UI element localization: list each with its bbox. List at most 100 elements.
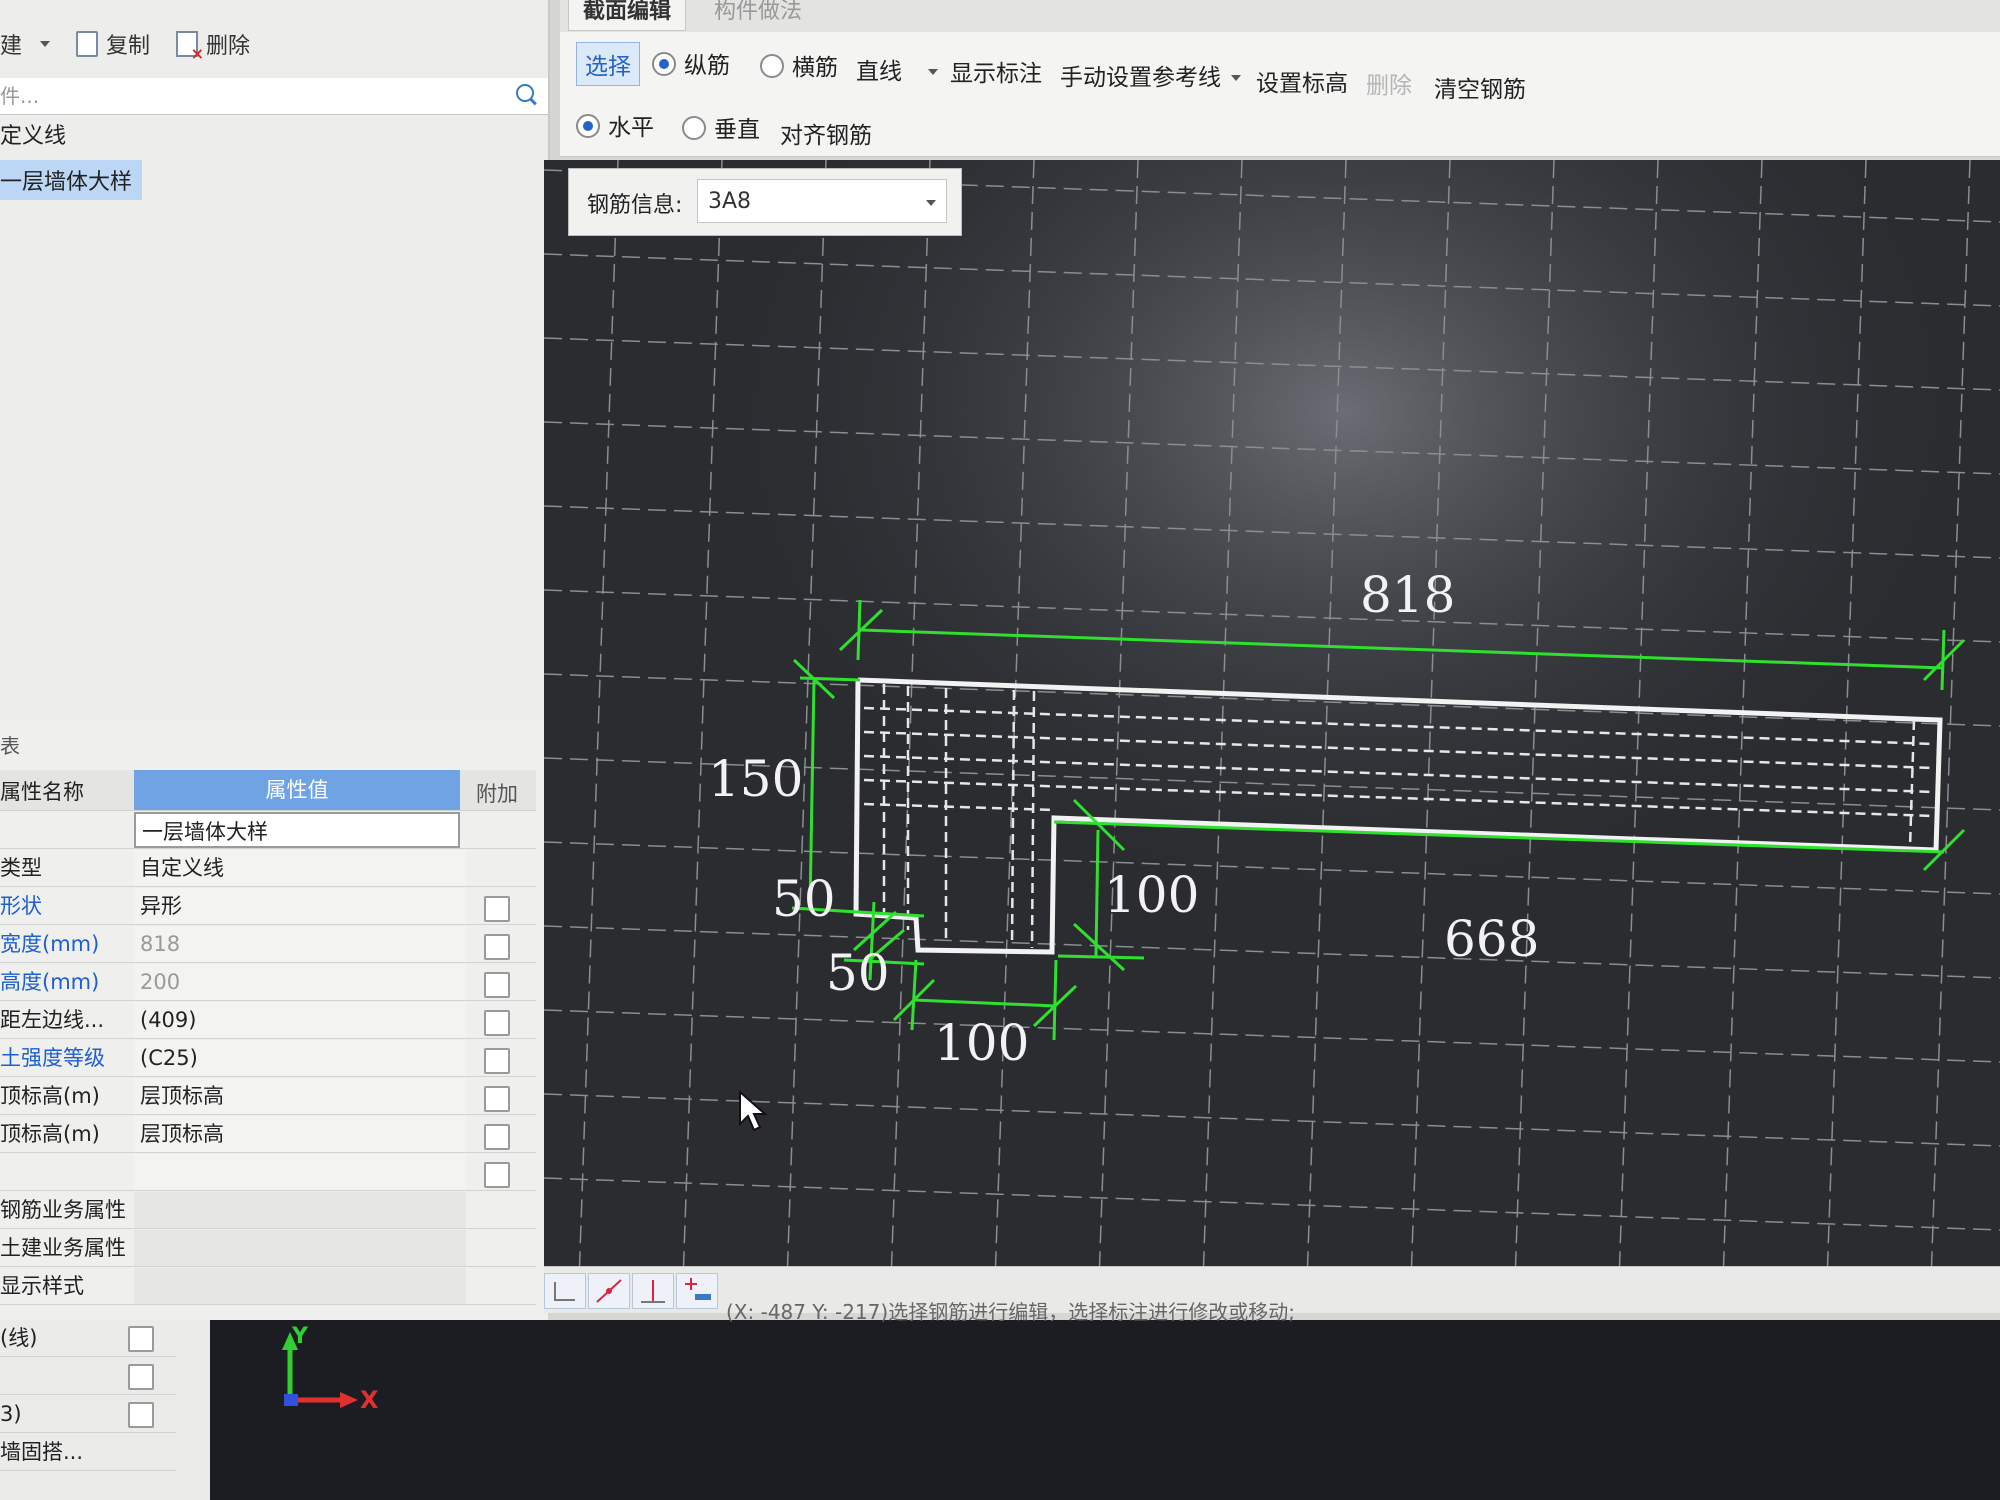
prop-checkbox[interactable] (484, 896, 510, 922)
prop-value[interactable]: (C25) (134, 1040, 466, 1076)
prop-checkbox[interactable] (484, 972, 510, 998)
stirrup-radio[interactable]: 横筋 (760, 48, 838, 82)
col-name-header: 属性名称 (0, 780, 84, 804)
prop-name: 形状 (0, 894, 42, 918)
prop-group-row[interactable]: 显示样式 (0, 1268, 536, 1305)
delete-rebar-button[interactable]: 删除 (1366, 66, 1412, 100)
display-checkbox[interactable] (128, 1402, 154, 1428)
prop-name: 高度(mm) (0, 970, 100, 994)
select-button[interactable]: 选择 (576, 42, 640, 86)
prop-value[interactable]: (409) (134, 1002, 466, 1038)
display-settings-panel: (线) 3) 墙固搭... (0, 1320, 210, 1500)
prop-value[interactable]: 异形 (134, 888, 466, 924)
col-value-header: 属性值 (134, 770, 460, 810)
display-checkbox[interactable] (128, 1326, 154, 1352)
properties-title: 表 (0, 734, 20, 758)
search-placeholder: 件... (0, 84, 40, 108)
slope-snap-icon[interactable] (588, 1273, 630, 1309)
prop-value[interactable]: 自定义线 (134, 850, 466, 886)
status-text: (X: -487 Y: -217)选择钢筋进行编辑，选择标注进行修改或移动; (726, 1300, 1295, 1324)
prop-row: 一层墙体大样 (0, 812, 536, 849)
prop-value[interactable]: 层顶标高 (134, 1116, 466, 1152)
prop-group-row[interactable]: 钢筋业务属性 (0, 1192, 536, 1229)
prop-name: 顶标高(m) (0, 1122, 100, 1146)
prop-checkbox[interactable] (484, 934, 510, 960)
new-button[interactable]: 建 (0, 28, 51, 60)
tab-section-edit[interactable]: 截面编辑 (568, 0, 687, 31)
search-input[interactable]: 件... (0, 78, 548, 115)
prop-group-row[interactable]: 土建业务属性 (0, 1230, 536, 1267)
prop-group-name: 土建业务属性 (0, 1236, 126, 1260)
dim-label-668[interactable]: 668 (1444, 910, 1539, 968)
radio-checked-icon (576, 114, 600, 138)
properties-header-row: 属性名称 属性值 附加 (0, 770, 536, 811)
prop-checkbox[interactable] (484, 1048, 510, 1074)
rebar-info-select[interactable]: 3A8 (697, 179, 947, 223)
clear-rebar-button[interactable]: 清空钢筋 (1434, 70, 1526, 104)
radio-checked-icon (652, 52, 676, 76)
radio-unchecked-icon (682, 116, 706, 140)
dim-tick (1940, 629, 1946, 691)
drawing-canvas[interactable]: 818 150 50 50 100 100 668 (544, 160, 2000, 1310)
tab-component-method[interactable]: 构件做法 (700, 0, 816, 30)
z-axis-marker (284, 1394, 298, 1406)
prop-name: 顶标高(m) (0, 1084, 100, 1108)
dim-label-150[interactable]: 150 (708, 750, 803, 808)
dimension-snap-icon[interactable] (676, 1273, 718, 1309)
horizontal-radio[interactable]: 水平 (576, 108, 654, 142)
ortho-snap-icon[interactable] (544, 1273, 586, 1309)
prop-row: 高度(mm) 200 (0, 964, 536, 1001)
prop-value[interactable]: 层顶标高 (134, 1078, 466, 1114)
3d-view-area[interactable]: Y X (210, 1320, 2000, 1500)
display-checkbox[interactable] (128, 1364, 154, 1390)
drawing-svg: 818 150 50 50 100 100 668 (544, 160, 2000, 1310)
dim-label-818[interactable]: 818 (1360, 566, 1455, 624)
search-icon[interactable] (516, 84, 534, 102)
prop-row: 土强度等级 (C25) (0, 1040, 536, 1077)
manual-ref-label: 手动设置参考线 (1060, 65, 1221, 91)
vertical-radio[interactable]: 垂直 (682, 110, 760, 144)
display-row: 墙固搭... (0, 1434, 176, 1471)
prop-row: 顶标高(m) 层顶标高 (0, 1116, 536, 1153)
manual-ref-dropdown[interactable]: 手动设置参考线 (1060, 58, 1241, 92)
prop-value: 818 (134, 926, 466, 962)
prop-checkbox[interactable] (484, 1010, 510, 1036)
display-row-label: (线) (0, 1326, 38, 1350)
rebar-info-label: 钢筋信息: (587, 193, 683, 218)
delete-button[interactable]: 删除 (176, 28, 250, 63)
prop-value[interactable] (134, 1154, 466, 1190)
longitudinal-radio[interactable]: 纵筋 (652, 46, 730, 80)
prop-value-input[interactable]: 一层墙体大样 (134, 812, 460, 848)
chevron-down-icon (926, 200, 936, 206)
prop-group-name: 钢筋业务属性 (0, 1198, 126, 1222)
prop-name: 宽度(mm) (0, 932, 100, 956)
prop-checkbox[interactable] (484, 1162, 510, 1188)
dim-label-100-notch[interactable]: 100 (934, 1014, 1029, 1072)
prop-value (134, 1268, 466, 1304)
dim-label-100-right[interactable]: 100 (1104, 866, 1199, 924)
x-axis-arrow (340, 1392, 358, 1408)
set-elevation-button[interactable]: 设置标高 (1256, 64, 1348, 98)
dim-tick (1052, 959, 1058, 1041)
display-row (0, 1358, 176, 1395)
dim-label-50-notch[interactable]: 50 (826, 944, 890, 1002)
col-extra-header: 附加 (476, 782, 518, 806)
dim-ext (1057, 954, 1145, 960)
align-rebar-button[interactable]: 对齐钢筋 (780, 116, 872, 150)
dim-right-height[interactable] (1094, 829, 1100, 957)
display-row-label: 3) (0, 1402, 22, 1426)
left-toolbar: 建 复制 删除 (0, 22, 548, 66)
dim-label-50-step[interactable]: 50 (772, 870, 836, 928)
tree-item-selected[interactable]: 一层墙体大样 (0, 160, 143, 200)
prop-checkbox[interactable] (484, 1124, 510, 1150)
delete-icon (176, 31, 204, 63)
line-dropdown[interactable]: 直线 (856, 52, 938, 86)
prop-name: 类型 (0, 856, 42, 880)
show-dims-button[interactable]: 显示标注 (950, 54, 1042, 88)
perpendicular-snap-icon[interactable] (632, 1273, 674, 1309)
copy-button[interactable]: 复制 (76, 28, 150, 60)
prop-checkbox[interactable] (484, 1086, 510, 1112)
mouse-cursor-icon (739, 1090, 768, 1132)
display-row-label: 墙固搭... (0, 1440, 84, 1464)
tree-root[interactable]: 定义线 (0, 118, 66, 150)
